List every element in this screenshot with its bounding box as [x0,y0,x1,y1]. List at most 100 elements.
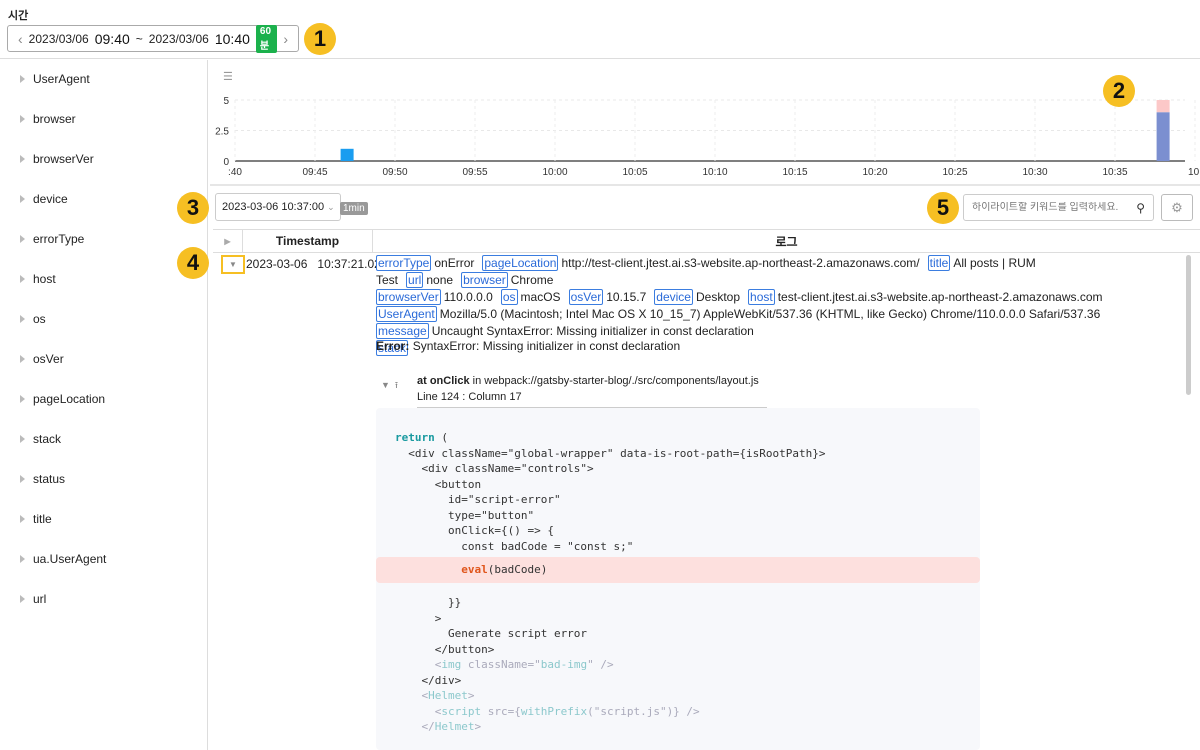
field-value: http://test-client.jtest.ai.s3-website.a… [561,256,920,270]
sidebar-item-label: errorType [33,232,85,246]
sidebar-item-os[interactable]: os [20,312,46,326]
sidebar-item-label: UserAgent [33,72,90,86]
field-key-UserAgent[interactable]: UserAgent [376,306,437,322]
sidebar-item-host[interactable]: host [20,272,56,286]
code-token: className=" [461,658,541,671]
sidebar-item-label: status [33,472,66,486]
log-line: errorType onError pageLocation http://test-… [376,255,1176,289]
highlight-search[interactable]: ⚲ [963,194,1154,221]
code-line: <div className="controls"> [376,461,980,477]
range-separator: ~ [135,31,143,46]
sidebar-item-label: pageLocation [33,392,106,406]
caret-right-icon [20,555,25,563]
settings-button[interactable]: ⚙ [1161,194,1193,221]
code-token: </button> [395,642,495,656]
field-key-browserVer[interactable]: browserVer [376,289,441,305]
code-line: Generate script error [376,626,980,642]
time-range-picker[interactable]: ‹ 2023/03/06 09:40 ~ 2023/03/06 10:40 60… [7,24,299,53]
field-value: test-client.jtest.ai.s3-website.ap-north… [777,290,1103,304]
field-value: Mozilla/5.0 (Macintosh; Intel Mac OS X 1… [439,307,1101,321]
x-tick-label: 09:50 [382,167,407,178]
x-tick-label: :40 [228,167,242,178]
bar-errors [1156,100,1170,113]
end-date: 2023/03/06 [148,31,209,46]
sidebar-item-errortype[interactable]: errorType [20,232,84,246]
expand-all-icon[interactable]: ▶ [213,230,243,252]
header-timestamp[interactable]: Timestamp [243,230,373,252]
sidebar-item-label: browser [33,112,76,126]
row-date: 2023-03-06 [246,257,308,271]
code-line: <button [376,477,980,493]
field-key-url[interactable]: url [406,272,424,288]
chevron-left-icon[interactable]: ‹ [18,31,23,47]
field-key-os[interactable]: os [500,289,518,305]
code-token: onClick={() => { [395,524,554,537]
legend-toggle-icon[interactable]: ☰ [223,70,233,83]
code-token: < [395,704,442,718]
code-token: type="button" [395,508,535,522]
code-line: <Helmet> [376,688,980,704]
sidebar-item-ua-useragent[interactable]: ua.UserAgent [20,552,106,566]
sidebar-item-pagelocation[interactable]: pageLocation [20,392,105,406]
scrollbar[interactable] [1186,255,1191,395]
y-tick-label: 2.5 [215,127,229,138]
date-select[interactable]: 2023-03-06 10:37:00 ⌄ [215,193,341,221]
callout-3: 3 [177,192,209,224]
sidebar-item-stack[interactable]: stack [20,432,61,446]
sidebar-item-osver[interactable]: osVer [20,352,64,366]
chevron-down-icon: ⌄ [327,201,335,212]
code-line: </div> [376,673,980,689]
x-tick-label: 10:05 [622,167,647,178]
frame-function: at onClick [417,375,470,387]
field-key-title[interactable]: title [927,255,951,271]
code-token: withPrefix [520,704,588,718]
log-line: message Uncaught SyntaxError: Missing ini… [376,323,1176,340]
x-tick-label: 10:20 [862,167,887,178]
log-histogram-chart: ☰ 0 2.5 5:40 09:45 09:50 09:55 10:00 10:05 10:10… [210,60,1200,186]
field-key-device[interactable]: device [654,289,693,305]
field-key-pageLocation[interactable]: pageLocation [482,255,559,271]
field-key-host[interactable]: host [748,289,775,305]
sidebar-item-url[interactable]: url [20,592,46,606]
code-line: <img className="bad-img" /> [376,657,980,673]
interval-badge: 1min [340,202,368,215]
caret-right-icon [20,115,25,123]
code-token: < [395,689,429,702]
sidebar-item-device[interactable]: device [20,192,68,206]
collapse-row-button[interactable]: ▼ [221,255,245,274]
callout-4: 4 [177,247,209,279]
code-token: const badCode = "const s;" [395,539,634,553]
frame-toggle-icon[interactable]: ▼ ⭱ [381,377,411,393]
error-summary: Error: SyntaxError: Missing initializer … [376,339,680,353]
sidebar-item-browser[interactable]: browser [20,112,76,126]
field-key-errorType[interactable]: errorType [376,255,432,271]
field-value: Desktop [695,290,741,304]
sidebar-item-status[interactable]: status [20,472,65,486]
field-value: 110.0.0.0 [443,290,493,304]
code-token: Helmet [428,689,468,702]
bar-logs [340,148,354,161]
code-line: </Helmet> [376,719,980,735]
sidebar-item-browserver[interactable]: browserVer [20,152,94,166]
field-key-message[interactable]: message [376,323,429,339]
duration-badge: 60분 [255,24,278,53]
field-key-osVer[interactable]: osVer [568,289,604,305]
sidebar-item-useragent[interactable]: UserAgent [20,72,90,86]
code-token: > [474,720,482,733]
code-line: type="button" [376,508,980,524]
callout-2: 2 [1103,75,1135,107]
code-line: onClick={() => { [376,523,980,539]
code-token: Generate script error [395,627,588,640]
x-tick-label: 10:30 [1022,167,1047,178]
search-icon[interactable]: ⚲ [1136,201,1145,215]
sidebar-item-title[interactable]: title [20,512,52,526]
code-line: <script src={withPrefix("script.js")} /> [376,704,980,720]
x-tick-label: 10:35 [1102,167,1127,178]
highlight-keyword-input[interactable] [972,202,1122,213]
field-key-browser[interactable]: browser [461,272,508,288]
frame-file: webpack://gatsby-starter-blog/./src/comp… [484,375,759,387]
code-token: " /> [587,658,614,671]
chevron-right-icon[interactable]: › [283,31,288,47]
field-value: Chrome [510,273,554,287]
